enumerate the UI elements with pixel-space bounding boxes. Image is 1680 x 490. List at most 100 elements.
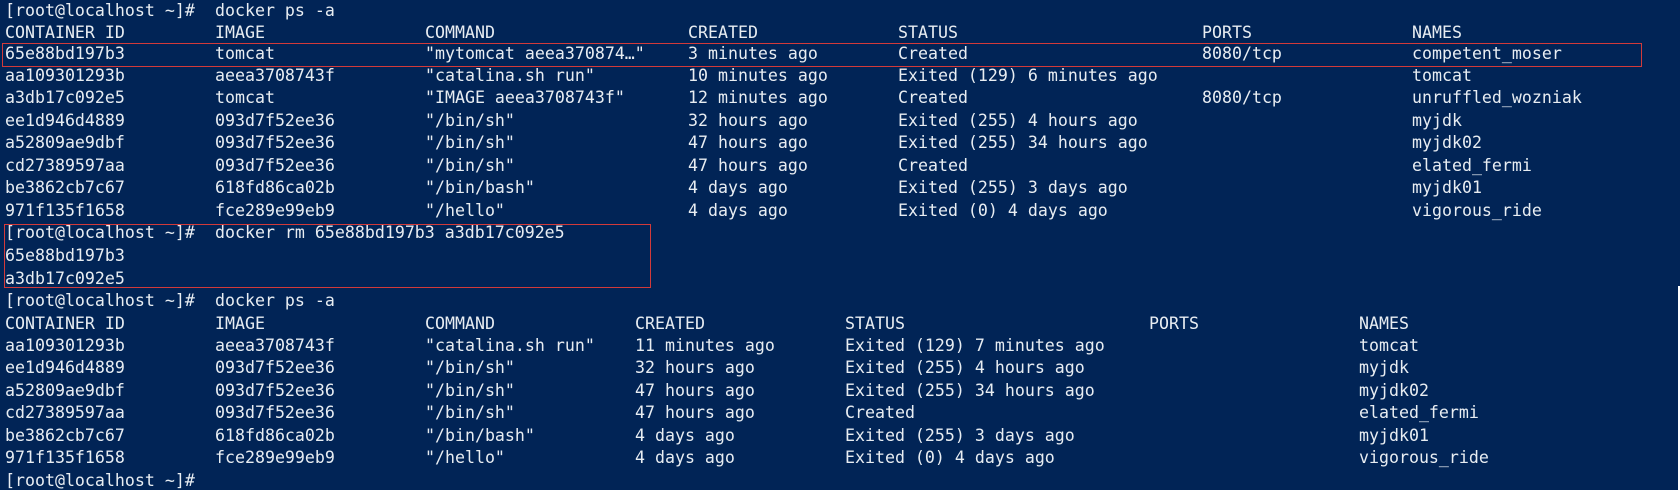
cell-container-id: aa109301293b [5,336,125,355]
typed-command: docker rm 65e88bd197b3 a3db17c092e5 [215,223,565,242]
output-line: a3db17c092e5 [0,268,125,290]
table-row: 65e88bd197b3 tomcat "mytomcat aeea370874… [0,43,1562,65]
header-names: NAMES [1359,314,1409,333]
header-container-id: CONTAINER ID [5,314,125,333]
prompt-line: [root@localhost ~]# docker rm 65e88bd197… [0,222,565,244]
table-row: cd27389597aa 093d7f52ee36 "/bin/sh" 47 h… [0,155,1532,177]
cell-names: unruffled_wozniak [1412,88,1582,107]
cell-names: myjdk02 [1359,381,1429,400]
table-row: cd27389597aa 093d7f52ee36 "/bin/sh" 47 h… [0,402,1479,424]
header-status: STATUS [845,314,905,333]
cell-created: 47 hours ago [635,403,755,422]
cell-image: aeea3708743f [215,336,335,355]
table-row: ee1d946d4889 093d7f52ee36 "/bin/sh" 32 h… [0,110,1462,132]
cell-created: 12 minutes ago [688,88,828,107]
table-row: 971f135f1658 fce289e99eb9 "/hello" 4 day… [0,447,1489,469]
header-status: STATUS [898,23,958,42]
header-names: NAMES [1412,23,1462,42]
table-header: CONTAINER ID IMAGE COMMAND CREATED STATU… [0,22,1462,44]
cell-image: fce289e99eb9 [215,448,335,467]
cell-names: elated_fermi [1359,403,1479,422]
cell-status: Created [898,88,968,107]
cell-created: 4 days ago [688,201,788,220]
cell-status: Created [845,403,915,422]
cell-command: "/bin/sh" [425,381,515,400]
cell-command: "/bin/sh" [425,111,515,130]
cell-status: Exited (255) 3 days ago [898,178,1128,197]
cell-command: "/bin/bash" [425,178,535,197]
cell-created: 4 days ago [635,426,735,445]
cell-image: 093d7f52ee36 [215,403,335,422]
cell-container-id: a52809ae9dbf [5,381,125,400]
table-row: be3862cb7c67 618fd86ca02b "/bin/bash" 4 … [0,425,1429,447]
cell-command: "/bin/sh" [425,133,515,152]
header-created: CREATED [688,23,758,42]
cell-container-id: a52809ae9dbf [5,133,125,152]
header-command: COMMAND [425,23,495,42]
cell-names: vigorous_ride [1359,448,1489,467]
prompt-line: [root@localhost ~]# docker ps -a [0,290,335,312]
cell-created: 11 minutes ago [635,336,775,355]
cell-names: vigorous_ride [1412,201,1542,220]
cell-status: Created [898,44,968,63]
typed-command: docker ps -a [215,291,335,310]
cell-command: "mytomcat aeea370874…" [425,44,645,63]
cell-container-id: cd27389597aa [5,156,125,175]
cell-ports: 8080/tcp [1202,88,1282,107]
cell-image: 618fd86ca02b [215,178,335,197]
shell-prompt: [root@localhost ~]# [5,223,195,242]
cell-status: Created [898,156,968,175]
shell-prompt: [root@localhost ~]# [5,291,195,310]
table-row: a52809ae9dbf 093d7f52ee36 "/bin/sh" 47 h… [0,380,1429,402]
cell-names: tomcat [1412,66,1472,85]
cell-status: Exited (255) 4 hours ago [845,358,1085,377]
cell-container-id: 971f135f1658 [5,448,125,467]
cell-command: "catalina.sh run" [425,66,595,85]
cell-names: elated_fermi [1412,156,1532,175]
cell-command: "/hello" [425,448,505,467]
cell-names: myjdk [1412,111,1462,130]
cell-status: Exited (0) 4 days ago [898,201,1108,220]
cell-command: "/bin/sh" [425,156,515,175]
cell-created: 47 hours ago [635,381,755,400]
header-created: CREATED [635,314,705,333]
prompt-line: [root@localhost ~]# docker ps -a [0,0,335,22]
terminal-window[interactable]: [root@localhost ~]# docker ps -a CONTAIN… [0,0,1680,490]
table-header: CONTAINER ID IMAGE COMMAND CREATED STATU… [0,313,1409,335]
shell-prompt: [root@localhost ~]# [5,471,195,490]
header-ports: PORTS [1149,314,1199,333]
table-row: a52809ae9dbf 093d7f52ee36 "/bin/sh" 47 h… [0,132,1482,154]
cell-container-id: aa109301293b [5,66,125,85]
cell-status: Exited (129) 6 minutes ago [898,66,1158,85]
cell-created: 32 hours ago [688,111,808,130]
cell-container-id: a3db17c092e5 [5,88,125,107]
terminal-output[interactable]: [root@localhost ~]# docker ps -a CONTAIN… [0,0,1680,490]
cell-container-id: cd27389597aa [5,403,125,422]
cell-container-id: 65e88bd197b3 [5,44,125,63]
output-line: 65e88bd197b3 [0,245,125,267]
cell-image: 093d7f52ee36 [215,156,335,175]
cell-command: "IMAGE aeea3708743f" [425,88,625,107]
table-row: ee1d946d4889 093d7f52ee36 "/bin/sh" 32 h… [0,357,1409,379]
cell-created: 32 hours ago [635,358,755,377]
cell-command: "catalina.sh run" [425,336,595,355]
cell-names: tomcat [1359,336,1419,355]
removed-container-id: a3db17c092e5 [5,269,125,288]
cell-container-id: 971f135f1658 [5,201,125,220]
cell-image: 618fd86ca02b [215,426,335,445]
cell-created: 47 hours ago [688,156,808,175]
cell-created: 4 days ago [688,178,788,197]
header-image: IMAGE [215,23,265,42]
cell-command: "/hello" [425,201,505,220]
cell-container-id: ee1d946d4889 [5,358,125,377]
cell-status: Exited (255) 34 hours ago [845,381,1095,400]
cell-command: "/bin/sh" [425,403,515,422]
cell-created: 4 days ago [635,448,735,467]
table-row: be3862cb7c67 618fd86ca02b "/bin/bash" 4 … [0,177,1482,199]
header-image: IMAGE [215,314,265,333]
cell-status: Exited (129) 7 minutes ago [845,336,1105,355]
cell-image: 093d7f52ee36 [215,133,335,152]
cell-container-id: be3862cb7c67 [5,178,125,197]
cell-image: tomcat [215,88,275,107]
cell-container-id: be3862cb7c67 [5,426,125,445]
